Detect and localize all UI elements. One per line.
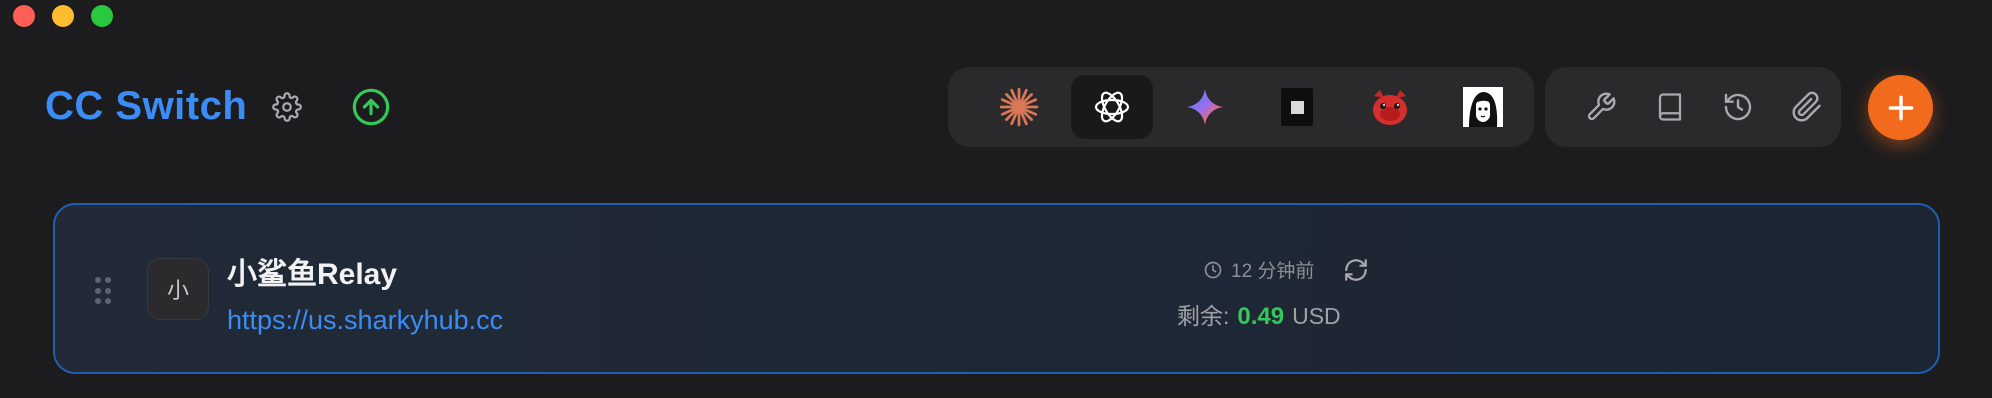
red-mascot-icon: [1373, 90, 1408, 125]
app-avatar-button[interactable]: [1441, 75, 1524, 139]
balance-currency: USD: [1292, 303, 1341, 329]
balance-label: 剩余:: [1177, 303, 1230, 329]
avatar-portrait-icon: [1462, 87, 1503, 127]
minimize-window-button[interactable]: [52, 5, 74, 27]
gear-icon: [272, 92, 302, 122]
app-codex-button[interactable]: [1070, 75, 1154, 139]
upgrade-button[interactable]: [350, 86, 392, 128]
history-button[interactable]: [1704, 75, 1773, 139]
clock-icon: [1204, 261, 1222, 278]
window-controls: [13, 5, 113, 27]
app-switcher: [948, 67, 1534, 147]
maximize-window-button[interactable]: [91, 5, 113, 27]
drag-handle-icon[interactable]: [95, 277, 111, 305]
refresh-icon: [1345, 259, 1367, 281]
add-provider-button[interactable]: [1868, 75, 1933, 140]
terminal-icon: [1281, 88, 1314, 126]
last-updated: 12 分钟前: [1203, 256, 1314, 283]
openai-icon: [1094, 91, 1130, 123]
close-window-button[interactable]: [13, 5, 35, 27]
settings-button[interactable]: [266, 86, 308, 128]
paperclip-icon: [1792, 91, 1821, 122]
last-updated-text: 12 分钟前: [1231, 261, 1315, 282]
gemini-icon: [1186, 89, 1223, 125]
app-mascot-button[interactable]: [1349, 75, 1432, 139]
wrench-icon: [1588, 92, 1616, 121]
provider-url-link[interactable]: https://us.sharkyhub.cc: [227, 305, 503, 336]
arrow-up-circle-icon: [352, 88, 390, 126]
app-gemini-button[interactable]: [1163, 75, 1246, 139]
provider-card[interactable]: 小 小鲨鱼Relay https://us.sharkyhub.cc 12 分钟…: [53, 203, 1940, 374]
refresh-balance-button[interactable]: [1342, 256, 1370, 284]
balance-value: 0.49: [1237, 303, 1285, 330]
app-terminal-button[interactable]: [1256, 75, 1339, 139]
plus-icon: [1888, 95, 1913, 120]
app-title: CC Switch: [45, 84, 248, 128]
attachments-button[interactable]: [1773, 75, 1842, 139]
provider-avatar: 小: [147, 258, 209, 320]
claude-icon: [1000, 87, 1039, 127]
toolbar: [1545, 67, 1841, 147]
balance: 剩余: 0.49 USD: [1177, 297, 1341, 331]
tools-button[interactable]: [1567, 75, 1636, 139]
provider-name: 小鲨鱼Relay: [227, 258, 398, 291]
book-icon: [1658, 93, 1681, 121]
app-claude-button[interactable]: [978, 75, 1061, 139]
docs-button[interactable]: [1636, 75, 1705, 139]
history-icon: [1725, 93, 1752, 121]
